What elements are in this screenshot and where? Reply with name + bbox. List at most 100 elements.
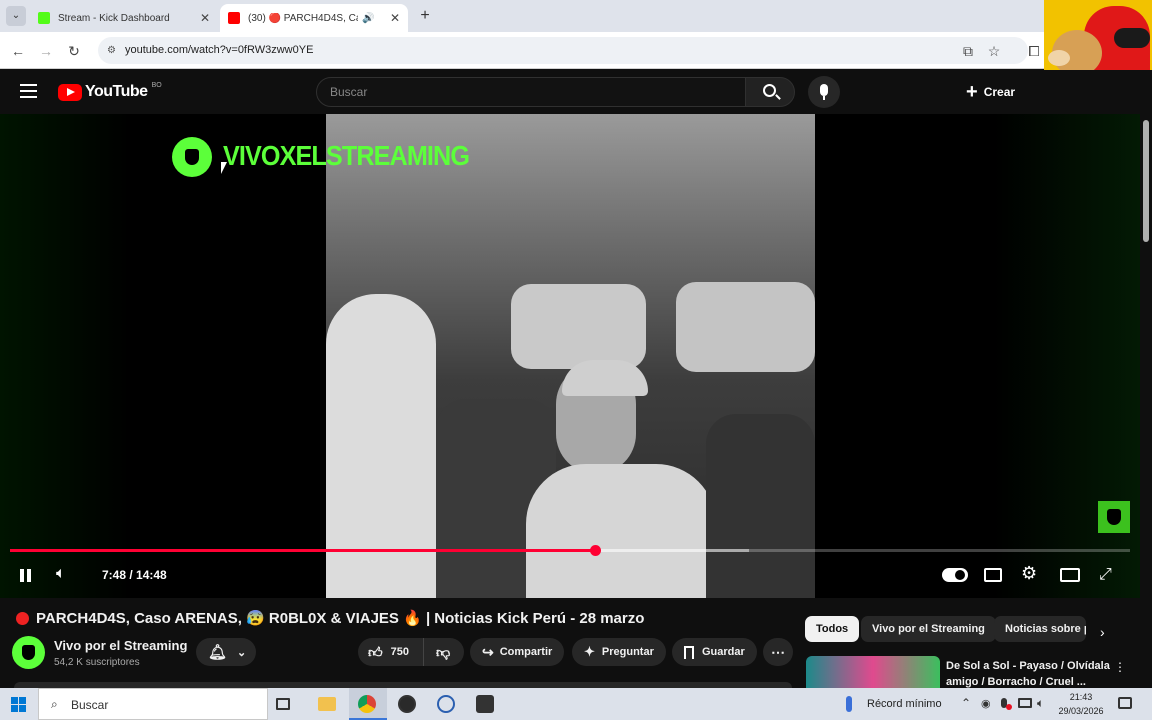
person-cap: [562, 360, 648, 396]
chip-news[interactable]: Noticias sobre p: [994, 616, 1086, 642]
app-triangle-icon[interactable]: [437, 695, 455, 713]
plus-icon: +: [966, 81, 978, 103]
recommended-thumbnail[interactable]: [806, 656, 940, 688]
create-button[interactable]: + Crear: [966, 77, 1030, 107]
seat-right: [706, 414, 815, 598]
microphone-icon: [820, 84, 828, 96]
taskbar-search-input[interactable]: ⌕ Buscar: [38, 688, 268, 720]
left-backdrop: [0, 114, 326, 598]
tab-title: Stream - Kick Dashboard: [58, 12, 170, 24]
subtitles-icon[interactable]: [984, 568, 1002, 582]
video-player[interactable]: VIVOXELSTREAMING 🔈︎ 7:48 / 14:48 ⚙ ⤢: [0, 114, 1140, 598]
van-window-right: [676, 282, 815, 372]
task-view-icon[interactable]: [276, 698, 290, 710]
notification-bell-button[interactable]: 🔔︎ ⌄: [196, 638, 256, 666]
tab-list-chevron-icon[interactable]: ⌄: [6, 6, 26, 26]
chips-next-arrow-icon[interactable]: ›: [1100, 624, 1105, 640]
time-display: 7:48 / 14:48: [102, 568, 167, 582]
share-label: Compartir: [499, 646, 553, 658]
seat-left: [326, 294, 436, 598]
youtube-favicon-icon: [228, 12, 240, 24]
channel-avatar[interactable]: [12, 636, 45, 669]
visor: [1114, 28, 1150, 48]
thumbs-up-icon: 👍︎: [368, 643, 383, 660]
new-tab-icon[interactable]: +: [416, 6, 434, 26]
ask-button[interactable]: ✦ Preguntar: [572, 638, 666, 666]
youtube-header: YouTube BO Buscar + Crear: [0, 70, 1152, 114]
notifications-icon[interactable]: [1118, 697, 1132, 709]
youtube-play-logo-icon: [58, 83, 82, 101]
weather-text[interactable]: Récord mínimo: [867, 698, 942, 710]
voice-search-button[interactable]: [808, 76, 840, 108]
van-window-left: [511, 284, 646, 369]
search-button[interactable]: [745, 77, 795, 107]
file-explorer-icon[interactable]: [318, 697, 336, 711]
browser-toolbar: ← → ↻ ⚙ youtube.com/watch?v=0fRW3zww0YE …: [0, 32, 1152, 69]
windows-start-icon[interactable]: [11, 697, 26, 712]
share-button[interactable]: ↪ Compartir: [470, 638, 565, 666]
create-label: Crear: [983, 85, 1016, 99]
obs-record-icon[interactable]: [398, 695, 416, 713]
search-input[interactable]: Buscar: [316, 77, 746, 107]
volume-icon[interactable]: 🔈︎: [56, 565, 66, 583]
subscriber-count: 54,2 K suscriptores: [54, 657, 140, 668]
chrome-icon[interactable]: [358, 695, 376, 713]
reload-icon[interactable]: ↻: [64, 41, 84, 61]
tray-network-icon[interactable]: [1018, 698, 1032, 708]
tab-audio-icon[interactable]: 🔊: [362, 13, 374, 24]
menu-hamburger-icon[interactable]: [20, 84, 37, 98]
scrubber-handle[interactable]: [590, 545, 601, 556]
clock-date: 29/03/2026: [1058, 706, 1104, 716]
chip-news-label: Noticias sobre p: [1005, 623, 1086, 635]
red-circle-icon: [16, 611, 29, 625]
chip-channel[interactable]: Vivo por el Streaming: [861, 616, 996, 642]
region-code: BO: [151, 81, 162, 89]
tab-youtube-video[interactable]: (30) 🔴 PARCH4D4S, Caso 🔊 ✕: [220, 4, 408, 32]
channel-name[interactable]: Vivo por el Streaming: [54, 638, 187, 653]
more-actions-button[interactable]: ⋯: [763, 638, 793, 666]
like-button[interactable]: 👍︎ 750: [358, 638, 424, 666]
clock-time: 21:43: [1069, 692, 1093, 702]
app-dark-icon[interactable]: [476, 695, 494, 713]
dislike-button[interactable]: 👎︎: [424, 644, 450, 661]
tray-chevron-up-icon[interactable]: ⌃: [961, 696, 971, 710]
youtube-logo[interactable]: YouTube BO: [58, 81, 162, 101]
tray-meet-icon[interactable]: ◉: [981, 697, 991, 710]
close-tab-icon[interactable]: ✕: [200, 11, 210, 25]
more-dots-icon: ⋯: [771, 643, 785, 660]
fullscreen-icon[interactable]: ⤢: [1099, 566, 1112, 584]
bookmark-star-icon[interactable]: ☆: [984, 41, 1004, 61]
pause-button[interactable]: [18, 568, 34, 584]
played-bar: [10, 549, 595, 552]
save-button[interactable]: Guardar: [672, 638, 757, 666]
like-count: 750: [390, 646, 409, 658]
kick-favicon-icon: [38, 12, 50, 24]
youtube-wordmark: YouTube: [85, 83, 148, 100]
mouse-cursor-icon: [221, 162, 227, 174]
channel-watermark-text: VIVOXELSTREAMING: [223, 140, 470, 171]
recommended-more-icon[interactable]: ⋮: [1114, 660, 1126, 674]
extensions-icon[interactable]: ⧠: [1024, 41, 1044, 61]
site-info-icon[interactable]: ⚙: [107, 37, 116, 64]
settings-gear-icon[interactable]: ⚙: [1021, 563, 1037, 584]
browser-tab-bar: ⌄ Stream - Kick Dashboard ✕ (30) 🔴 PARCH…: [0, 0, 1152, 32]
clock[interactable]: 21:43 29/03/2026: [1056, 690, 1106, 718]
close-tab-icon[interactable]: ✕: [390, 11, 400, 25]
tray-recording-dot-icon: [1006, 704, 1012, 710]
miniplayer-icon[interactable]: [1060, 568, 1080, 582]
channel-watermark-icon: [172, 137, 212, 177]
back-arrow-icon[interactable]: ←: [8, 41, 28, 61]
forward-arrow-icon[interactable]: →: [36, 41, 56, 61]
progress-track[interactable]: [10, 545, 1130, 556]
recommended-title[interactable]: De Sol a Sol - Payaso / Olvídala amigo /…: [946, 658, 1110, 690]
scrollbar-thumb[interactable]: [1143, 120, 1149, 242]
chip-todos[interactable]: Todos: [805, 616, 860, 642]
url-field[interactable]: ⚙ youtube.com/watch?v=0fRW3zww0YE: [98, 37, 1028, 64]
tab-kick-dashboard[interactable]: Stream - Kick Dashboard ✕: [30, 4, 218, 32]
autoplay-toggle[interactable]: [942, 568, 968, 582]
video-frame: [326, 114, 815, 598]
tray-volume-icon[interactable]: 🔈︎: [1037, 696, 1044, 711]
chevron-down-icon: ⌄: [237, 646, 247, 659]
save-label: Guardar: [702, 646, 745, 658]
install-app-icon[interactable]: ⧉: [958, 41, 978, 61]
